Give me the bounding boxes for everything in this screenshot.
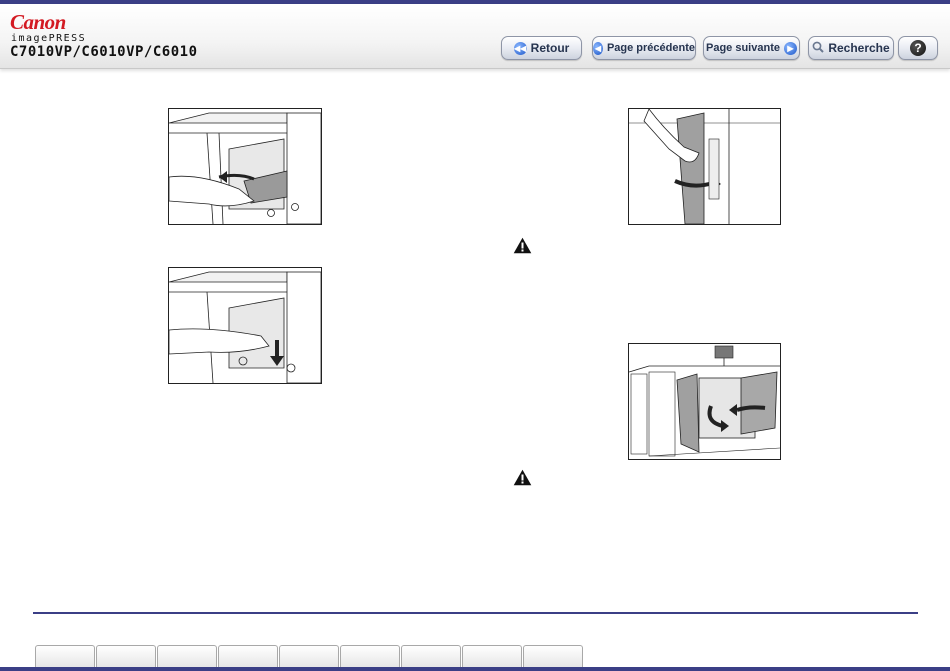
- next-page-button[interactable]: Page suivante ▶: [703, 36, 800, 60]
- canon-logo: Canon: [10, 10, 66, 34]
- warning-icon: [513, 469, 532, 491]
- back-button-label: Retour: [530, 41, 570, 55]
- illustration-finisher-doors: [628, 343, 781, 460]
- warning-icon: [513, 237, 532, 259]
- illustration-remove-paper: [168, 108, 322, 225]
- magnifier-icon: [812, 41, 825, 56]
- illustration-lower-lever: [168, 267, 322, 384]
- bottom-accent-bar: [0, 667, 950, 671]
- illustration-close-cover: [628, 108, 781, 225]
- product-name: imagePRESS: [11, 33, 87, 44]
- previous-page-button[interactable]: ◀ Page précédente: [592, 36, 696, 60]
- search-button-label: Recherche: [828, 41, 890, 55]
- question-icon: ?: [910, 40, 926, 56]
- search-button[interactable]: Recherche: [808, 36, 894, 60]
- footer-divider: [33, 612, 918, 614]
- previous-page-label: Page précédente: [606, 42, 695, 54]
- model-name: C7010VP/C6010VP/C6010: [10, 44, 198, 60]
- next-page-label: Page suivante: [706, 42, 780, 54]
- back-button[interactable]: ◀◀ Retour: [501, 36, 582, 60]
- header: Canon imagePRESS C7010VP/C6010VP/C6010 ◀…: [0, 4, 950, 69]
- arrow-left-icon: ◀: [593, 41, 603, 55]
- arrow-right-icon: ▶: [783, 41, 797, 55]
- double-arrow-left-icon: ◀◀: [513, 41, 527, 55]
- help-button[interactable]: ?: [898, 36, 938, 60]
